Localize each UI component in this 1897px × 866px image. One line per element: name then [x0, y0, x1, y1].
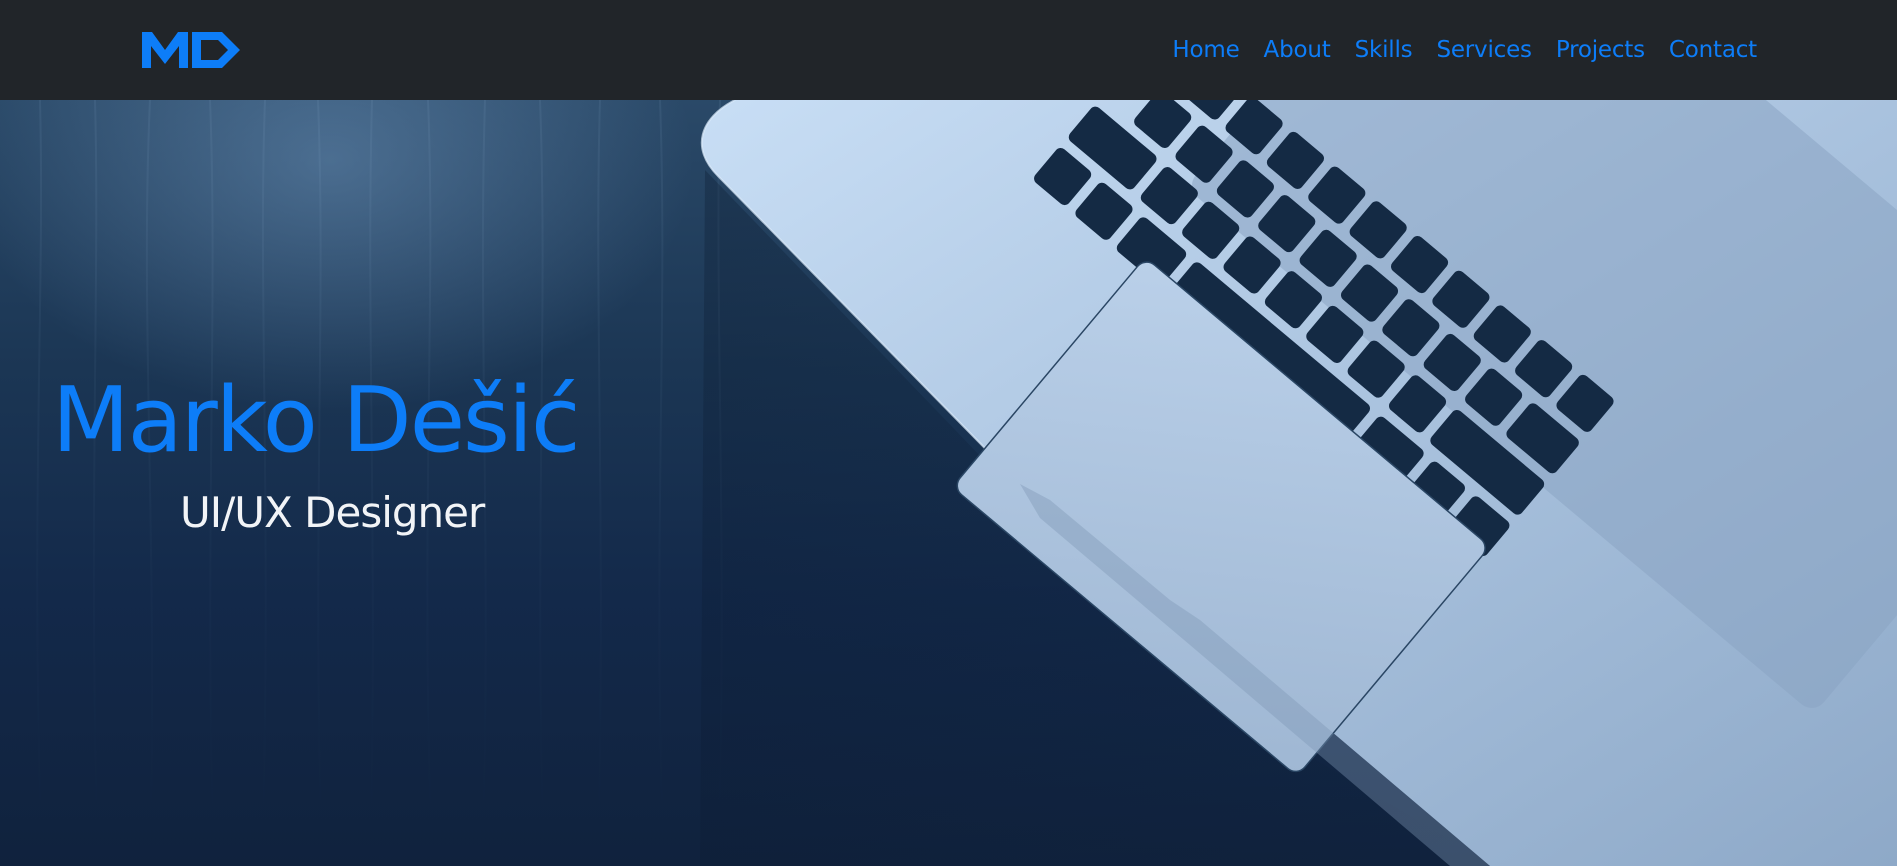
laptop-image	[700, 100, 1897, 866]
nav-menu: Home About Skills Services Projects Cont…	[1148, 0, 1757, 100]
nav-link-home[interactable]: Home	[1172, 37, 1239, 63]
md-logo[interactable]	[140, 28, 242, 70]
hero-name: Marko Dešić	[52, 368, 580, 473]
nav-link-services[interactable]: Services	[1436, 37, 1532, 63]
nav-link-projects[interactable]: Projects	[1556, 37, 1645, 63]
hero-section: Marko Dešić UI/UX Designer	[0, 100, 1897, 866]
nav-link-skills[interactable]: Skills	[1355, 37, 1413, 63]
page: Home About Skills Services Projects Cont…	[0, 0, 1897, 866]
hero-role: UI/UX Designer	[180, 488, 485, 537]
nav-link-contact[interactable]: Contact	[1669, 37, 1757, 63]
navbar: Home About Skills Services Projects Cont…	[0, 0, 1897, 100]
nav-link-about[interactable]: About	[1264, 37, 1331, 63]
